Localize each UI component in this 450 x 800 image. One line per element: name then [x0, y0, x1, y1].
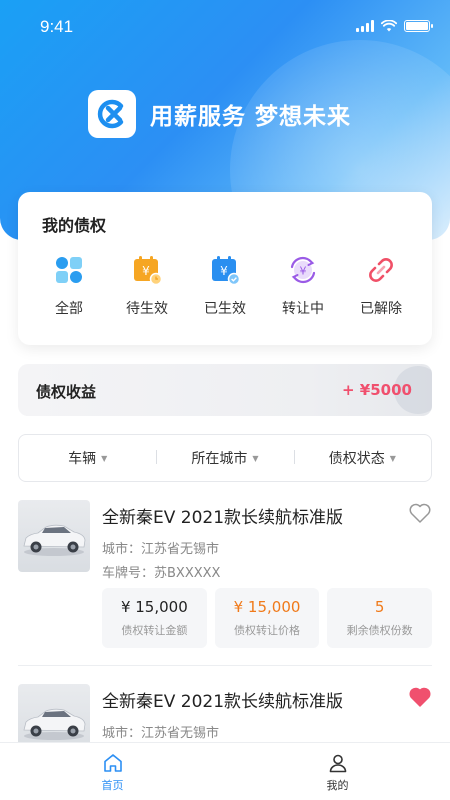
listing-card[interactable]: 全新秦EV 2021款长续航标准版 城市：江苏省无锡市 车牌号：苏BXXXXX … — [18, 500, 433, 666]
stat-transfer-price-value: ¥ 15,000 — [233, 598, 301, 616]
filter-city-label: 所在城市 — [191, 451, 248, 467]
stat-transfer-amount-value: ¥ 15,000 — [120, 598, 188, 616]
filter-bar: 车辆 ▼ 所在城市 ▼ 债权状态 ▼ — [18, 434, 432, 482]
claim-stats: ¥ 15,000 债权转让金额 ¥ 15,000 债权转让价格 5 剩余债权份数 — [102, 588, 433, 648]
filter-claim-status[interactable]: 债权状态 ▼ — [293, 448, 431, 468]
listing-card[interactable]: 全新秦EV 2021款长续航标准版 城市：江苏省无锡市 — [18, 684, 432, 744]
claim-pending-label: 待生效 — [126, 301, 168, 317]
claim-transferring[interactable]: ¥ 转让中 — [264, 254, 342, 318]
stat-remaining-shares: 5 剩余债权份数 — [327, 588, 433, 648]
car-thumbnail — [18, 500, 90, 572]
my-claims-card: 我的债权 全部 ¥ 待生效 ¥ 已生效 ¥ 转让中 已解除 — [18, 192, 432, 345]
earnings-banner[interactable]: 债权收益 + ¥5000 — [18, 364, 432, 416]
status-bar: 9:41 — [0, 0, 450, 56]
svg-text:¥: ¥ — [220, 264, 228, 278]
tab-home[interactable]: 首页 — [0, 743, 225, 800]
filter-vehicle-label: 车辆 — [68, 451, 97, 467]
calendar-check-icon: ¥ — [209, 254, 241, 286]
tab-mine[interactable]: 我的 — [225, 743, 450, 800]
claim-all-label: 全部 — [55, 301, 83, 317]
calendar-pending-icon: ¥ — [131, 254, 163, 286]
status-time: 9:41 — [40, 17, 74, 36]
transfer-yuan-icon: ¥ — [287, 254, 319, 286]
claim-released-label: 已解除 — [360, 301, 402, 317]
tab-mine-label: 我的 — [326, 779, 349, 792]
home-icon — [103, 754, 122, 772]
earnings-label: 债权收益 — [36, 383, 97, 401]
grid-icon — [53, 254, 85, 286]
filter-city[interactable]: 所在城市 ▼ — [156, 448, 293, 468]
stat-transfer-price-label: 债权转让价格 — [234, 624, 300, 637]
car-city: 城市：江苏省无锡市 — [102, 542, 220, 557]
claims-title: 我的债权 — [42, 216, 107, 235]
battery-icon — [404, 20, 433, 32]
status-icons — [356, 20, 433, 32]
heart-filled-icon[interactable] — [408, 686, 432, 708]
tab-home-label: 首页 — [101, 779, 124, 792]
car-title: 全新秦EV 2021款长续航标准版 — [102, 692, 344, 712]
claim-transferring-label: 转让中 — [282, 301, 324, 317]
car-thumbnail — [18, 684, 90, 744]
car-title: 全新秦EV 2021款长续航标准版 — [102, 508, 344, 528]
chevron-down-icon: ▼ — [101, 453, 108, 463]
stat-transfer-price: ¥ 15,000 债权转让价格 — [214, 588, 320, 648]
broken-link-icon — [365, 254, 397, 286]
wifi-icon — [381, 20, 397, 32]
stat-transfer-amount: ¥ 15,000 债权转让金额 — [102, 588, 207, 648]
claims-categories: 全部 ¥ 待生效 ¥ 已生效 ¥ 转让中 已解除 — [30, 254, 420, 318]
car-city: 城市：江苏省无锡市 — [102, 726, 220, 741]
cellular-signal-icon — [356, 20, 374, 32]
filter-vehicle[interactable]: 车辆 ▼ — [19, 448, 156, 468]
chevron-down-icon: ▼ — [252, 453, 259, 463]
brand-slogan: 用薪服务 梦想未来 — [150, 104, 352, 130]
earnings-value: + ¥5000 — [342, 381, 412, 399]
chevron-down-icon: ▼ — [389, 453, 396, 463]
x-logo-icon — [88, 90, 136, 138]
stat-transfer-amount-label: 债权转让金额 — [121, 624, 188, 637]
claim-active[interactable]: ¥ 已生效 — [186, 254, 264, 318]
bottom-tab-bar: 首页 我的 — [0, 742, 450, 800]
car-plate: 车牌号：苏BXXXXX — [102, 566, 221, 581]
heart-outline-icon[interactable] — [408, 502, 432, 524]
svg-text:¥: ¥ — [300, 265, 307, 278]
svg-text:¥: ¥ — [142, 264, 150, 278]
claim-active-label: 已生效 — [204, 301, 246, 317]
claim-released[interactable]: 已解除 — [342, 254, 420, 318]
user-icon — [329, 754, 346, 773]
brand-header: 用薪服务 梦想未来 — [88, 90, 351, 138]
filter-status-label: 债权状态 — [328, 451, 385, 467]
claim-pending[interactable]: ¥ 待生效 — [108, 254, 186, 318]
stat-remaining-shares-label: 剩余债权份数 — [346, 624, 413, 637]
stat-remaining-shares-value: 5 — [374, 598, 385, 616]
claim-all[interactable]: 全部 — [30, 254, 108, 318]
